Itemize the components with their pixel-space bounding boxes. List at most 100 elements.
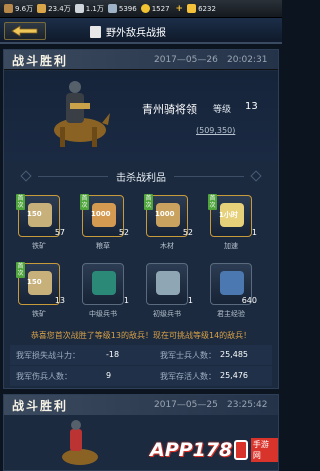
spoil-item[interactable]: 首次 150 57 铁矿: [16, 194, 65, 251]
stat-label: 我军伤兵人数：: [16, 372, 72, 381]
spoil-item[interactable]: 首次 1000 52 粮草: [80, 194, 129, 251]
battle-result: 战斗胜利: [12, 399, 69, 413]
resource-item: 1527: [140, 4, 170, 13]
first-time-badge: 首次: [144, 194, 153, 210]
spoil-amount: 150: [27, 278, 42, 286]
spoil-icon-frame: 首次 1000 52: [144, 194, 193, 237]
spoil-amount: 1000: [91, 210, 111, 218]
resource-item: 5396: [107, 4, 137, 13]
gem-icon: [107, 4, 117, 13]
ingot-icon: [187, 4, 197, 13]
spoil-name: 中级兵书: [89, 310, 117, 318]
spoil-item[interactable]: 640 君主经验: [210, 263, 257, 319]
stat-label: 我军损失战斗力：: [16, 351, 80, 360]
battle-result: 战斗胜利: [12, 54, 69, 68]
add-ingot-button[interactable]: +: [176, 4, 184, 14]
spoil-icon-frame: 1: [146, 263, 193, 305]
first-time-badge: 首次: [208, 194, 217, 210]
enemy-level-label: 等级: [213, 105, 232, 115]
enemy-cavalry-portrait: [62, 420, 98, 465]
report-header: 战斗胜利 2017—05—25 23:25:42: [4, 395, 278, 415]
resource-item: 1.1万: [74, 4, 104, 14]
site-watermark: APP178 手游网: [150, 432, 278, 468]
spoil-icon-frame: 640: [210, 263, 257, 305]
spoil-count: 1: [187, 296, 193, 305]
divider: [174, 175, 244, 177]
coin-icon: [140, 4, 150, 13]
spoil-icon-frame: 首次 1000 52: [80, 194, 129, 237]
report-date: 2017—05—25: [154, 400, 218, 410]
enemy-level: 13: [245, 101, 258, 112]
first-time-badge: 首次: [16, 194, 25, 210]
spoil-item[interactable]: 1 中级兵书: [82, 263, 129, 319]
report-date: 2017—05—26: [154, 55, 218, 65]
resource-value: 6232: [198, 4, 216, 13]
enemy-coordinates-link[interactable]: (509,350): [196, 126, 235, 135]
report-time: 23:25:42: [227, 400, 268, 410]
watermark-text: APP178: [150, 439, 233, 461]
spoils-header: 击杀战利品: [4, 161, 278, 191]
spoil-name: 君主经验: [217, 310, 245, 318]
stat-label: 我军士兵人数：: [160, 351, 216, 360]
stat-value: 25,476: [220, 371, 248, 380]
spoil-count: 1: [123, 296, 129, 305]
spoil-name: 木材: [160, 242, 174, 250]
report-header: 战斗胜利 2017—05—26 20:02:31: [4, 50, 278, 70]
spoil-item[interactable]: 首次 150 13 铁矿: [16, 262, 65, 319]
spoil-icon-frame: 首次 150 57: [16, 194, 65, 237]
resource-value: 1527: [151, 4, 170, 13]
report-icon: [90, 25, 101, 38]
spoil-count: 1: [251, 228, 257, 237]
resource-item: 23.4万: [37, 4, 71, 14]
watermark-subtext: 手游网: [250, 438, 278, 462]
resource-value: 1.1万: [85, 4, 104, 13]
lord-exp-icon: [220, 271, 244, 295]
spoil-name: 初级兵书: [153, 310, 181, 318]
spoil-name: 粮草: [96, 242, 110, 250]
first-time-badge: 首次: [80, 194, 89, 210]
spoil-count: 57: [54, 228, 65, 237]
spoil-amount: 1000: [155, 210, 175, 218]
basic-book-icon: [156, 271, 180, 295]
stat-value: 9: [106, 371, 112, 380]
spoil-name: 铁矿: [32, 242, 46, 250]
resource-item: 9.6万: [4, 4, 33, 14]
wood-icon: [4, 4, 13, 13]
stat-label: 我军存活人数：: [160, 372, 216, 381]
spoil-amount: 150: [27, 210, 42, 218]
report-time: 20:02:31: [227, 55, 268, 65]
back-button[interactable]: [4, 22, 46, 40]
title-bar: 野外敌兵战报: [0, 18, 282, 44]
resource-value: 5396: [118, 4, 137, 13]
stat-value: -18: [106, 350, 120, 359]
spoil-icon-frame: 1: [82, 263, 129, 305]
spoil-count: 52: [118, 228, 129, 237]
spoil-item[interactable]: 首次 1小时 1 加速: [208, 194, 257, 251]
resource-item: 6232: [187, 4, 216, 13]
resource-bar: 9.6万 23.4万 1.1万 5396 1527 +6232: [0, 0, 282, 18]
enemy-name: 青州骑将领: [142, 103, 197, 116]
spoil-count: 52: [182, 228, 193, 237]
page-title-text: 野外敌兵战报: [106, 28, 166, 39]
stats-table: 我军损失战斗力： -18 我军士兵人数： 25,485 我军伤兵人数： 9 我军存活人数： 2…: [10, 345, 272, 387]
spoil-item[interactable]: 1 初级兵书: [146, 263, 193, 319]
spoil-item[interactable]: 首次 1000 52 木材: [144, 194, 193, 251]
ornament-icon: [20, 170, 32, 182]
spoil-count: 13: [54, 296, 65, 305]
iron-icon: [74, 4, 84, 13]
food-icon: [37, 4, 47, 13]
stat-value: 25,485: [220, 350, 248, 359]
mid-book-icon: [92, 271, 116, 295]
victory-message: 恭喜您首次战胜了等级13的敌兵！现在可挑战等级14的敌兵！: [30, 331, 252, 340]
spoils-title: 击杀战利品: [116, 172, 166, 184]
back-arrow-icon: [11, 25, 38, 37]
spoil-icon-frame: 首次 1小时 1: [208, 194, 257, 237]
battle-report-card[interactable]: 战斗胜利 2017—05—26 20:02:31 青州骑将领 等级 13 (50…: [3, 49, 279, 389]
resource-value: 23.4万: [48, 4, 71, 13]
spoil-name: 加速: [224, 242, 238, 250]
spoil-icon-frame: 首次 150 13: [16, 262, 65, 305]
spoil-name: 铁矿: [32, 310, 46, 318]
spoil-count: 640: [241, 296, 257, 305]
phone-logo-icon: [234, 440, 248, 460]
divider: [38, 175, 108, 177]
